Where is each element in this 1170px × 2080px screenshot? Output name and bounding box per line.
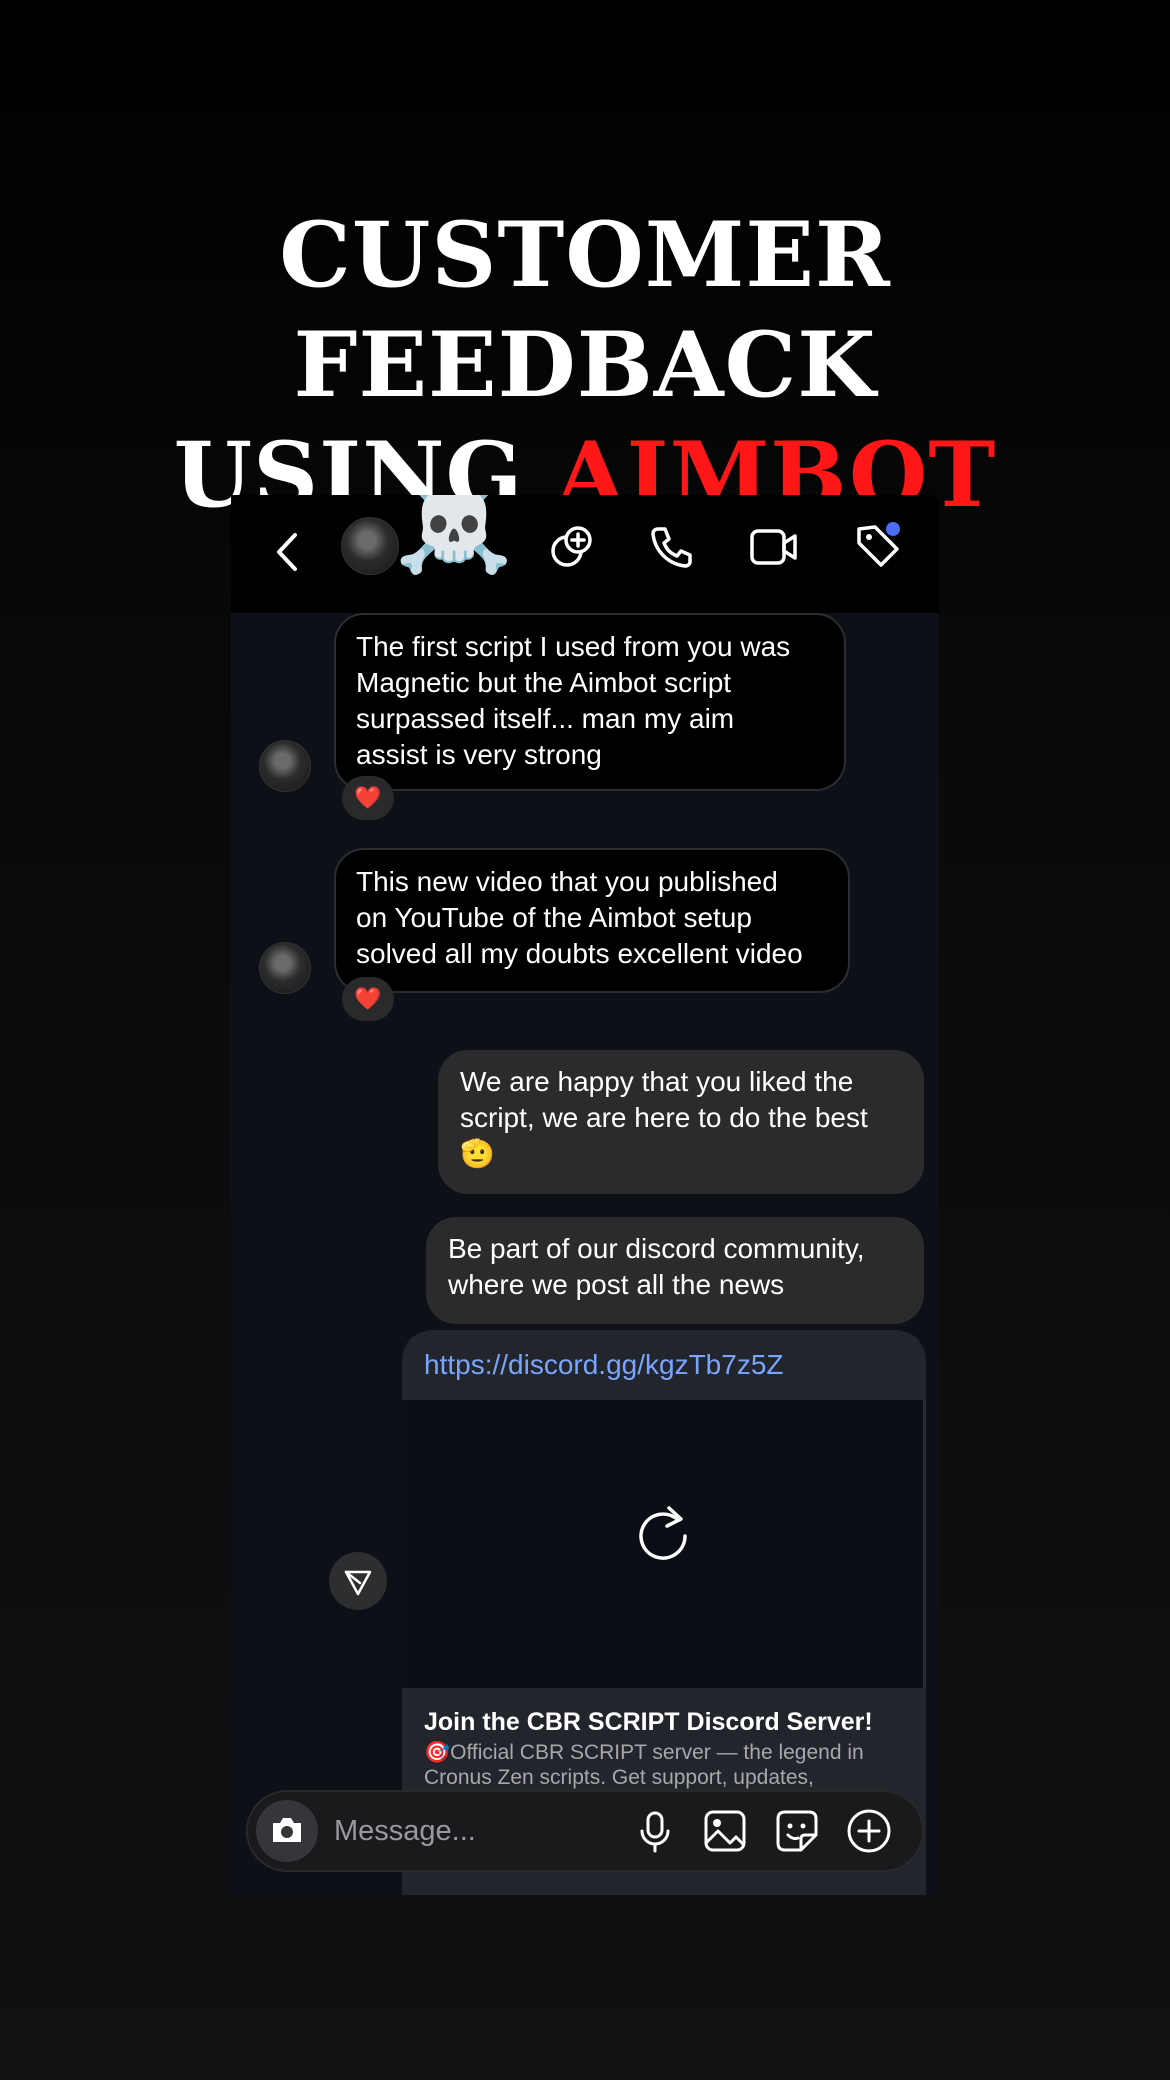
share-button[interactable] <box>329 1552 387 1610</box>
gallery-icon[interactable] <box>703 1809 747 1853</box>
headline: CUSTOMER FEEDBACK USING AIMBOT <box>0 200 1170 530</box>
link-title: Join the CBR SCRIPT Discord Server! <box>424 1708 873 1736</box>
message-composer: Message... <box>246 1790 924 1872</box>
message-input[interactable]: Message... <box>334 1792 476 1870</box>
new-group-icon[interactable] <box>547 523 595 571</box>
video-icon[interactable] <box>749 525 799 569</box>
skull-emoji: ☠️ <box>394 495 514 576</box>
contact-avatar[interactable] <box>341 517 399 575</box>
heart-reaction[interactable]: ❤️ <box>342 977 394 1021</box>
microphone-icon[interactable] <box>635 1810 675 1854</box>
send-icon <box>344 1570 372 1596</box>
headline-line-1: CUSTOMER FEEDBACK <box>279 202 891 418</box>
link-description: 🎯Official CBR SCRIPT server — the legend… <box>424 1741 864 1789</box>
sticker-icon[interactable] <box>775 1809 819 1853</box>
heart-reaction[interactable]: ❤️ <box>342 776 394 820</box>
incoming-message[interactable]: The first script I used from you was Mag… <box>334 613 846 791</box>
chat-screen: ☠️ The first script I used from you was … <box>231 495 939 1895</box>
sender-avatar[interactable] <box>259 740 311 792</box>
tag-icon[interactable] <box>853 521 903 571</box>
camera-button[interactable] <box>256 1800 318 1862</box>
back-icon[interactable] <box>271 527 305 577</box>
camera-icon <box>273 1818 301 1842</box>
incoming-message[interactable]: This new video that you published on You… <box>334 848 850 993</box>
outgoing-message[interactable]: Be part of our discord community, where … <box>426 1217 924 1324</box>
chat-header: ☠️ <box>231 495 939 613</box>
add-icon[interactable] <box>846 1808 892 1854</box>
card-border <box>923 1400 926 1688</box>
sender-avatar[interactable] <box>259 942 311 994</box>
phone-icon[interactable] <box>648 523 696 571</box>
reload-icon[interactable] <box>628 1498 698 1568</box>
outgoing-message[interactable]: We are happy that you liked the script, … <box>438 1050 924 1194</box>
link-url[interactable]: https://discord.gg/kgzTb7z5Z <box>402 1330 926 1400</box>
notification-dot <box>886 522 900 536</box>
